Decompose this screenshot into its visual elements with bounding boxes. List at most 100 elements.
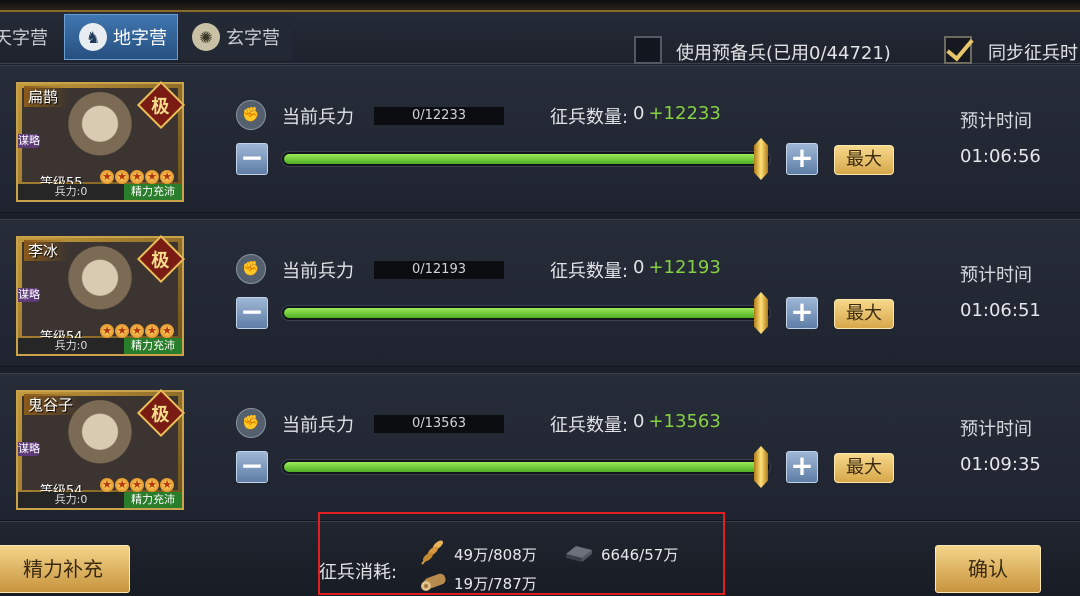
- recruit-base: 0: [633, 411, 645, 432]
- grain-icon: [421, 540, 443, 565]
- strategy-tag: 谋略: [18, 442, 40, 456]
- star-rating: ★ ★ ★ ★ ★: [100, 478, 175, 492]
- card-footer: 兵力:0 精力充沛: [18, 492, 182, 508]
- reserve-troops-label: 使用预备兵(已用0/44721): [676, 43, 891, 64]
- recruit-add: +12193: [648, 257, 721, 278]
- star-icon: ★: [160, 478, 174, 492]
- fist-icon: ✊: [236, 100, 266, 130]
- star-icon: ★: [145, 324, 159, 338]
- troop-count-label: 兵力:0: [18, 184, 124, 200]
- current-troops-value: 0/12233: [374, 107, 504, 125]
- max-button[interactable]: 最大: [834, 453, 894, 483]
- star-rating: ★ ★ ★ ★ ★: [100, 324, 175, 338]
- rank-badge-text: 极: [151, 404, 170, 426]
- tab-xuan-camp[interactable]: ✺ 玄字营: [180, 14, 292, 60]
- current-troops-value: 0/13563: [374, 415, 504, 433]
- eta-label: 预计时间: [960, 265, 1032, 286]
- star-icon: ★: [115, 478, 129, 492]
- current-troops-label: 当前兵力: [282, 107, 354, 128]
- star-icon: ★: [100, 170, 114, 184]
- star-icon: ★: [100, 324, 114, 338]
- slider-handle[interactable]: [754, 138, 768, 180]
- recruit-add: +12233: [648, 103, 721, 124]
- star-icon: ★: [145, 170, 159, 184]
- general-card[interactable]: 鬼谷子 极 谋略 等级54 ★★★★★ 兵力:0 精力充沛: [16, 388, 186, 510]
- max-button[interactable]: 最大: [834, 145, 894, 175]
- tab-tian-label: 天字营: [0, 28, 48, 49]
- xuan-camp-icon: ✺: [192, 23, 220, 51]
- reserve-troops-checkbox[interactable]: [634, 36, 662, 64]
- strategy-tag: 谋略: [18, 288, 40, 302]
- troop-count-label: 兵力:0: [18, 492, 124, 508]
- recruit-cost-label: 征兵消耗:: [319, 562, 398, 583]
- wood-log-icon: [421, 573, 446, 591]
- eta-label: 预计时间: [960, 419, 1032, 440]
- recruit-slider[interactable]: [281, 292, 771, 334]
- recruit-slider[interactable]: [281, 446, 771, 488]
- rank-badge-text: 极: [151, 250, 170, 272]
- card-footer: 兵力:0 精力充沛: [18, 184, 182, 200]
- recruit-count-value: 0 +12233: [633, 103, 721, 124]
- star-icon: ★: [130, 324, 144, 338]
- recruit-count-label: 征兵数量:: [550, 415, 629, 436]
- horse-head-icon: ♞: [79, 23, 107, 51]
- rank-badge-text: 极: [151, 96, 170, 118]
- replenish-energy-button[interactable]: 精力补充: [0, 545, 130, 593]
- eta-value: 01:06:51: [960, 300, 1041, 321]
- troop-count-label: 兵力:0: [18, 338, 124, 354]
- general-row-2: 李冰 极 谋略 等级54 ★★★★★ 兵力:0 精力充沛 ✊ 当前兵力 0/12…: [0, 219, 1080, 367]
- max-button[interactable]: 最大: [834, 299, 894, 329]
- slider-handle[interactable]: [754, 292, 768, 334]
- recruit-base: 0: [633, 257, 645, 278]
- decrease-button[interactable]: −: [236, 143, 268, 175]
- recruit-count-value: 0 +13563: [633, 411, 721, 432]
- energy-status: 精力充沛: [124, 338, 182, 354]
- current-troops-label: 当前兵力: [282, 415, 354, 436]
- fist-icon: ✊: [236, 254, 266, 284]
- tab-di-label: 地字营: [113, 28, 167, 49]
- general-card[interactable]: 李冰 极 谋略 等级54 ★★★★★ 兵力:0 精力充沛: [16, 234, 186, 356]
- general-row-3: 鬼谷子 极 谋略 等级54 ★★★★★ 兵力:0 精力充沛 ✊ 当前兵力 0/1…: [0, 373, 1080, 521]
- current-troops-value: 0/12193: [374, 261, 504, 279]
- tab-tian-camp[interactable]: 天字营: [0, 14, 56, 60]
- star-icon: ★: [160, 324, 174, 338]
- tab-di-camp[interactable]: ♞ 地字营: [64, 14, 178, 60]
- star-icon: ★: [100, 478, 114, 492]
- recruit-base: 0: [633, 103, 645, 124]
- increase-button[interactable]: +: [786, 143, 818, 175]
- sync-recruit-checkbox[interactable]: [944, 36, 972, 64]
- recruit-add: +13563: [648, 411, 721, 432]
- star-icon: ★: [130, 170, 144, 184]
- recruit-count-label: 征兵数量:: [550, 261, 629, 282]
- card-footer: 兵力:0 精力充沛: [18, 338, 182, 354]
- increase-button[interactable]: +: [786, 297, 818, 329]
- general-card[interactable]: 扁鹊 极 谋略 等级55 ★★★★★ 兵力:0 精力充沛: [16, 80, 186, 202]
- recruit-count-value: 0 +12193: [633, 257, 721, 278]
- recruit-count-label: 征兵数量:: [550, 107, 629, 128]
- grain-cost: 49万/808万: [454, 546, 537, 564]
- slider-handle[interactable]: [754, 446, 768, 488]
- slider-fill: [284, 462, 760, 472]
- iron-cost: 6646/57万: [601, 546, 679, 564]
- increase-button[interactable]: +: [786, 451, 818, 483]
- sync-recruit-label: 同步征兵时: [988, 43, 1078, 64]
- energy-status: 精力充沛: [124, 492, 182, 508]
- wood-cost: 19万/787万: [454, 575, 537, 593]
- general-name: 鬼谷子: [24, 394, 84, 415]
- strategy-tag: 谋略: [18, 134, 40, 148]
- star-rating: ★ ★ ★ ★ ★: [100, 170, 175, 184]
- star-icon: ★: [115, 170, 129, 184]
- energy-status: 精力充沛: [124, 184, 182, 200]
- slider-fill: [284, 308, 760, 318]
- decrease-button[interactable]: −: [236, 451, 268, 483]
- star-icon: ★: [130, 478, 144, 492]
- tab-xuan-label: 玄字营: [226, 28, 280, 49]
- recruit-slider[interactable]: [281, 138, 771, 180]
- decrease-button[interactable]: −: [236, 297, 268, 329]
- iron-ingot-icon: [566, 546, 592, 562]
- confirm-button[interactable]: 确认: [935, 545, 1041, 593]
- current-troops-label: 当前兵力: [282, 261, 354, 282]
- camp-tab-bar: 天字营 ♞ 地字营 ✺ 玄字营 使用预备兵(已用0/44721) 同步征兵时: [0, 12, 1080, 64]
- general-row-1: 扁鹊 极 谋略 等级55 ★★★★★ 兵力:0 精力充沛 ✊ 当前兵力 0/12…: [0, 65, 1080, 213]
- star-icon: ★: [115, 324, 129, 338]
